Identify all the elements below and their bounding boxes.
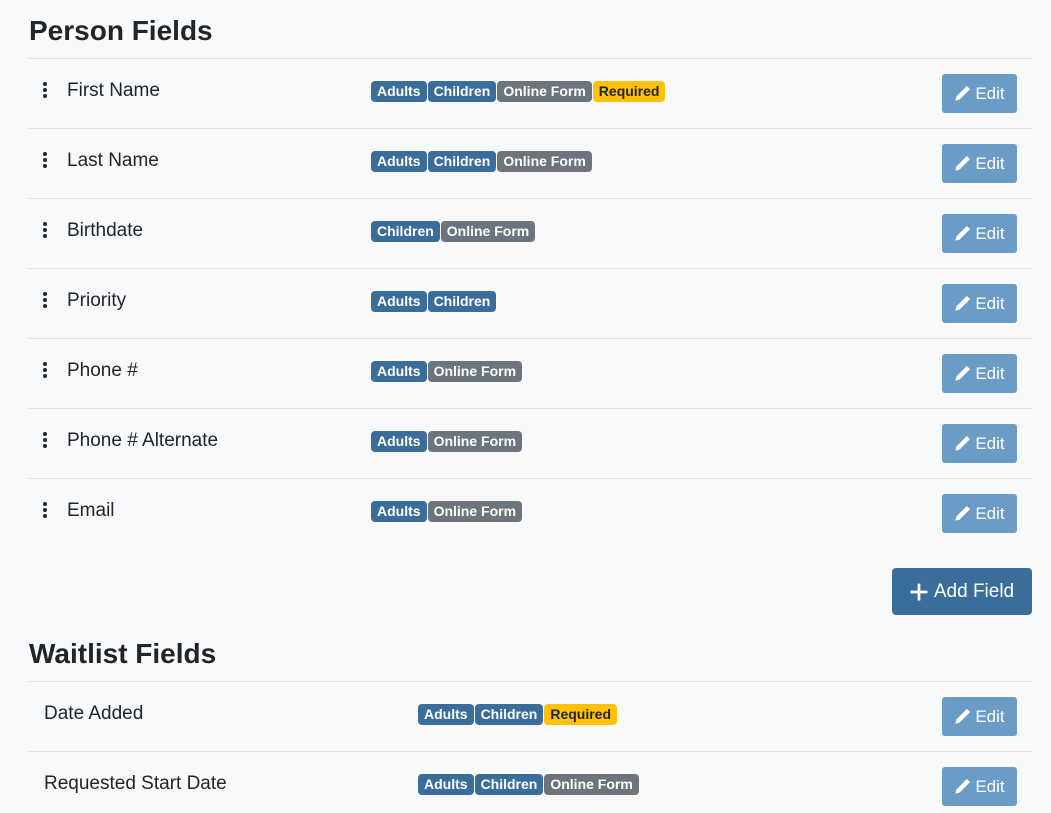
badge-adults: Adults (371, 291, 427, 312)
field-badges: Children Online Form (371, 221, 536, 242)
drag-handle-icon[interactable] (42, 81, 48, 99)
drag-handle-icon[interactable] (42, 291, 48, 309)
person-fields-list: First Name Adults Children Online Form R… (28, 58, 1032, 548)
badge-children: Children (474, 704, 544, 725)
field-name: Priority (67, 290, 127, 311)
badge-online-form: Online Form (497, 151, 592, 172)
field-row-date-added: Date Added Adults Children Required Edit (28, 681, 1032, 751)
waitlist-fields-title: Waitlist Fields (29, 638, 217, 669)
pencil-icon (955, 778, 971, 794)
badge-adults: Adults (371, 151, 427, 172)
badge-children: Children (427, 291, 497, 312)
edit-button-label: Edit (975, 706, 1005, 726)
field-row-requested-start-date: Requested Start Date Adults Children Onl… (28, 751, 1032, 813)
waitlist-fields-list: Date Added Adults Children Required Edit… (28, 681, 1032, 813)
field-row-phone-alternate: Phone # Alternate Adults Online Form Edi… (28, 408, 1032, 478)
drag-handle-icon[interactable] (42, 221, 48, 239)
pencil-icon (955, 155, 971, 171)
badge-children: Children (474, 774, 544, 795)
field-badges: Adults Online Form (371, 501, 523, 522)
badge-online-form: Online Form (544, 774, 639, 795)
drag-handle-icon[interactable] (42, 501, 48, 519)
field-name: Requested Start Date (44, 773, 227, 794)
field-row-priority: Priority Adults Children Edit (28, 268, 1032, 338)
field-name: Phone # (67, 360, 138, 381)
field-name: First Name (67, 80, 160, 101)
pencil-icon (955, 708, 971, 724)
add-field-label: Add Field (933, 580, 1015, 602)
edit-button[interactable]: Edit (942, 284, 1017, 323)
badge-children: Children (427, 151, 497, 172)
badge-online-form: Online Form (427, 501, 523, 522)
edit-button-label: Edit (975, 83, 1005, 103)
edit-button-label: Edit (975, 153, 1005, 173)
badge-required: Required (544, 704, 618, 725)
field-badges: Adults Children Online Form Required (371, 81, 666, 102)
add-field-button[interactable]: Add Field (892, 568, 1032, 615)
badge-adults: Adults (371, 501, 427, 522)
field-name: Last Name (67, 150, 159, 171)
field-row-email: Email Adults Online Form Edit (28, 478, 1032, 548)
edit-button[interactable]: Edit (942, 494, 1017, 533)
edit-button[interactable]: Edit (942, 767, 1017, 806)
badge-online-form: Online Form (427, 431, 523, 452)
pencil-icon (955, 505, 971, 521)
field-name: Email (67, 500, 115, 521)
badge-adults: Adults (371, 431, 427, 452)
edit-button-label: Edit (975, 363, 1005, 383)
field-name: Date Added (44, 703, 144, 724)
drag-handle-icon[interactable] (42, 431, 48, 449)
person-fields-title: Person Fields (29, 15, 213, 46)
edit-button-label: Edit (975, 433, 1005, 453)
edit-button-label: Edit (975, 776, 1005, 796)
edit-button[interactable]: Edit (942, 214, 1017, 253)
page: Person Fields First Name Adults Children… (0, 0, 1051, 813)
edit-button[interactable]: Edit (942, 144, 1017, 183)
edit-button[interactable]: Edit (942, 697, 1017, 736)
plus-icon (910, 583, 928, 600)
badge-children: Children (427, 81, 497, 102)
edit-button[interactable]: Edit (942, 74, 1017, 113)
field-badges: Adults Online Form (371, 431, 523, 452)
field-badges: Adults Children Online Form (371, 151, 592, 172)
pencil-icon (955, 295, 971, 311)
edit-button-label: Edit (975, 503, 1005, 523)
field-name: Phone # Alternate (67, 430, 219, 451)
edit-button[interactable]: Edit (942, 424, 1017, 463)
field-row-birthdate: Birthdate Children Online Form Edit (28, 198, 1032, 268)
field-row-phone: Phone # Adults Online Form Edit (28, 338, 1032, 408)
field-badges: Adults Online Form (371, 361, 523, 382)
badge-children: Children (371, 221, 440, 242)
badge-adults: Adults (418, 774, 474, 795)
badge-adults: Adults (371, 361, 427, 382)
field-badges: Adults Children (371, 291, 497, 312)
field-name: Birthdate (67, 220, 144, 241)
drag-handle-icon[interactable] (42, 151, 48, 169)
field-badges: Adults Children Required (418, 704, 618, 725)
badge-online-form: Online Form (440, 221, 536, 242)
pencil-icon (955, 365, 971, 381)
field-row-first-name: First Name Adults Children Online Form R… (28, 58, 1032, 128)
edit-button-label: Edit (975, 223, 1005, 243)
pencil-icon (955, 85, 971, 102)
edit-button[interactable]: Edit (942, 354, 1017, 393)
field-row-last-name: Last Name Adults Children Online Form Ed… (28, 128, 1032, 198)
pencil-icon (955, 435, 971, 451)
badge-online-form: Online Form (427, 361, 523, 382)
badge-adults: Adults (371, 81, 427, 102)
drag-handle-icon[interactable] (42, 361, 48, 379)
badge-adults: Adults (418, 704, 474, 725)
badge-required: Required (592, 81, 666, 102)
edit-button-label: Edit (975, 293, 1005, 313)
pencil-icon (955, 225, 971, 241)
badge-online-form: Online Form (497, 81, 592, 102)
field-badges: Adults Children Online Form (418, 774, 639, 795)
